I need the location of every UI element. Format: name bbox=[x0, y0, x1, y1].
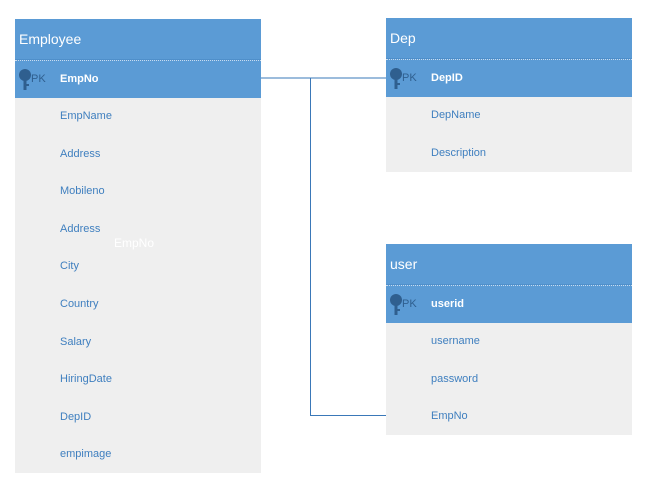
field-row[interactable]: Country bbox=[15, 286, 261, 324]
key-icon bbox=[19, 69, 31, 90]
field-name: City bbox=[60, 260, 79, 273]
entity-title: user bbox=[386, 244, 632, 285]
field-row[interactable]: empimage bbox=[15, 436, 261, 474]
field-name: DepName bbox=[431, 109, 481, 121]
entity-title: Dep bbox=[386, 18, 632, 59]
key-icon bbox=[390, 294, 402, 315]
field-row[interactable]: City bbox=[15, 248, 261, 286]
field-row[interactable]: EmpName bbox=[15, 98, 261, 136]
pk-row[interactable]: PK DepID bbox=[386, 59, 632, 97]
field-name: empimage bbox=[60, 448, 112, 461]
field-name: EmpName bbox=[60, 110, 112, 122]
field-name: DepID bbox=[60, 410, 92, 423]
field-row[interactable]: Salary bbox=[15, 324, 261, 362]
field-name: Country bbox=[60, 297, 99, 310]
field-name: Description bbox=[431, 146, 487, 159]
field-row[interactable]: DepID bbox=[15, 399, 261, 437]
field-name: Address bbox=[60, 222, 101, 235]
field-row[interactable]: HiringDate bbox=[15, 361, 261, 399]
field-name: HiringDate bbox=[60, 373, 112, 386]
pk-row[interactable]: PK userid bbox=[386, 285, 632, 323]
field-name: EmpNo bbox=[431, 410, 468, 423]
pk-tag: PK bbox=[402, 298, 417, 310]
field-row[interactable]: Description bbox=[386, 135, 632, 173]
key-icon bbox=[390, 68, 402, 89]
field-name: username bbox=[431, 335, 480, 347]
field-row[interactable]: Mobileno bbox=[15, 173, 261, 211]
pk-row[interactable]: PK EmpNo bbox=[15, 60, 261, 98]
field-name: Salary bbox=[60, 335, 92, 348]
field-name: userid bbox=[431, 298, 465, 310]
field-row[interactable]: password bbox=[386, 361, 632, 399]
pk-tag: PK bbox=[402, 72, 417, 84]
user-entity[interactable]: user PK userid username password EmpNo bbox=[386, 244, 632, 435]
overlay-label: EmpNo bbox=[114, 236, 155, 250]
field-name: DepID bbox=[431, 72, 463, 84]
field-name: password bbox=[431, 372, 479, 385]
dep-entity[interactable]: Dep PK DepID DepName Description bbox=[386, 18, 632, 172]
pk-tag: PK bbox=[31, 73, 46, 85]
field-row[interactable]: username bbox=[386, 323, 632, 361]
field-name: Mobileno bbox=[60, 185, 105, 198]
field-row[interactable]: DepName bbox=[386, 97, 632, 135]
field-name: EmpNo bbox=[60, 73, 99, 85]
entity-title: Employee bbox=[15, 19, 261, 60]
field-row[interactable]: EmpNo bbox=[386, 398, 632, 436]
field-row[interactable]: Address bbox=[15, 136, 261, 174]
field-name: Address bbox=[60, 147, 101, 160]
